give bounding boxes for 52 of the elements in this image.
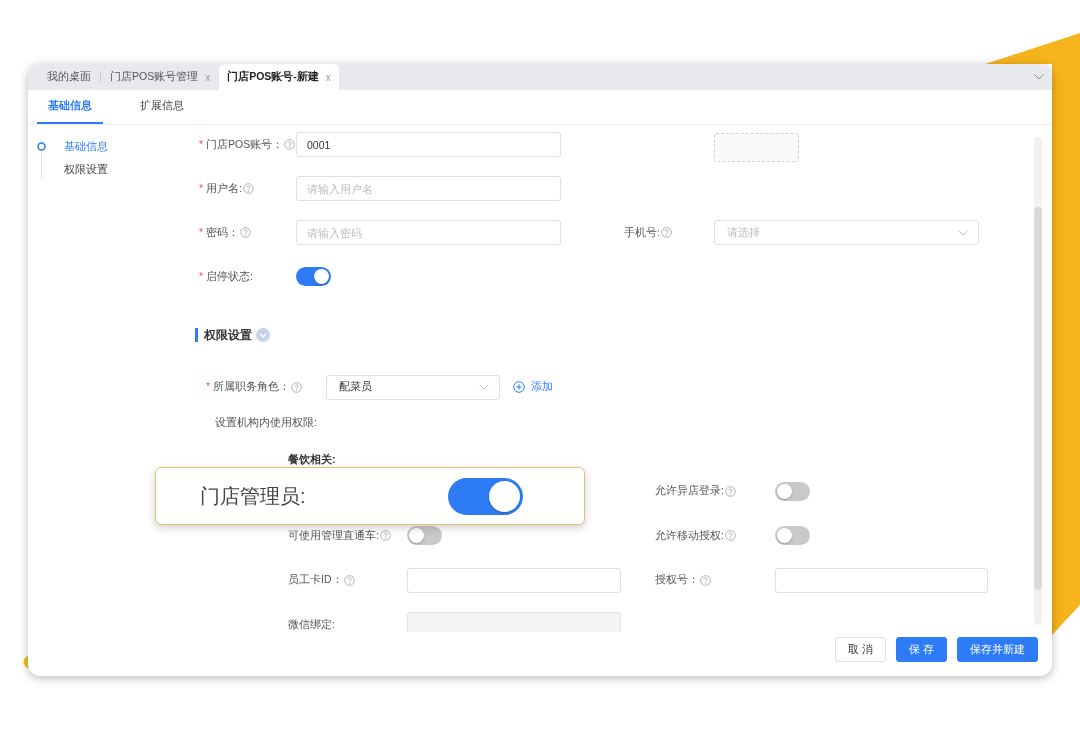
primary-button[interactable]: 保 存 — [896, 637, 947, 662]
field-label: 允许异店登录: — [655, 483, 724, 499]
upload-area[interactable] — [714, 132, 799, 162]
tab[interactable]: 基础信息 — [37, 90, 103, 124]
toggle-switch[interactable] — [775, 526, 810, 545]
toggle-switch[interactable] — [775, 481, 810, 501]
toggle-switch[interactable] — [296, 267, 331, 286]
chevron-down-icon — [958, 229, 968, 236]
scrollbar[interactable] — [1034, 137, 1042, 625]
chevron-down-icon — [479, 384, 489, 390]
input-field[interactable]: 0001 — [296, 132, 561, 157]
field-label: 用户名: — [206, 180, 242, 196]
scrollbar-thumb[interactable] — [1034, 207, 1042, 590]
field-label: 门店管理员: — [200, 484, 307, 509]
toggle-switch[interactable] — [448, 477, 523, 515]
section-title: 权限设置 — [195, 328, 252, 342]
input-field[interactable]: 请输入用户名 — [296, 176, 561, 201]
tab[interactable]: 扩展信息 — [129, 90, 195, 124]
required-mark: * — [199, 224, 204, 240]
page-tab[interactable]: 门店POS账号-新建 x — [219, 64, 339, 90]
field-label: 员工卡ID： — [288, 572, 343, 588]
field-label: 门店POS账号： — [206, 136, 284, 152]
hint-text: 设置机构内使用权限: — [215, 415, 317, 430]
input-field[interactable]: 请输入密码 — [296, 220, 561, 245]
field-label: 所属职务角色： — [213, 379, 291, 395]
field-label: 授权号： — [655, 572, 699, 588]
group-title: 餐饮相关: — [288, 452, 336, 467]
field-label: 启停状态: — [206, 268, 253, 284]
input-field[interactable] — [407, 567, 621, 593]
field-label: 手机号: — [624, 224, 660, 240]
plus-circle-icon — [513, 381, 525, 393]
required-mark: * — [199, 180, 204, 196]
page-tab[interactable]: 门店POS账号管理 x — [101, 64, 220, 90]
page-tab[interactable]: 我的桌面 — [38, 64, 100, 90]
toggle-switch[interactable] — [407, 526, 442, 545]
primary-button[interactable]: 保存并新建 — [957, 637, 1038, 662]
add-link[interactable]: 添加 — [513, 379, 553, 395]
select-field[interactable]: 配菜员 — [326, 374, 500, 400]
cancel-button[interactable]: 取 消 — [835, 637, 887, 662]
required-mark: * — [206, 379, 211, 395]
required-mark: * — [199, 268, 204, 284]
required-mark: * — [199, 136, 204, 152]
anchor-link[interactable]: 权限设置 — [28, 158, 108, 181]
field-label: 微信绑定: — [288, 616, 335, 632]
chevron-down-icon[interactable] — [256, 328, 270, 342]
input-field[interactable] — [775, 567, 988, 593]
field-label: 可使用管理直通车: — [288, 527, 379, 543]
anchor-link[interactable]: 基础信息 — [28, 135, 108, 158]
field-label: 允许移动授权: — [655, 527, 724, 543]
chevron-down-icon[interactable] — [1034, 74, 1044, 80]
ring-icon — [37, 142, 46, 151]
field-label: 密码： — [206, 224, 240, 240]
